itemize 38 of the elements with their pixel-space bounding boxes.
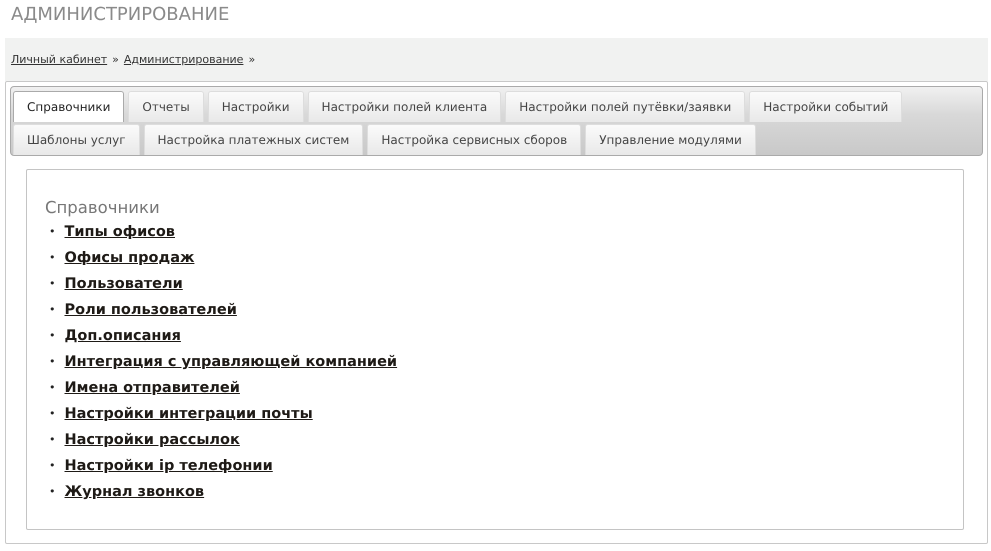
tab[interactable]: Отчеты xyxy=(128,91,204,122)
bullet: • xyxy=(49,432,56,448)
bullet: • xyxy=(49,406,56,422)
bullet: • xyxy=(49,380,56,396)
section-title: Справочники xyxy=(45,198,161,217)
tab[interactable]: Настройки событий xyxy=(749,91,902,122)
bullet: • xyxy=(49,276,56,292)
directory-link[interactable]: Интеграция с управляющей компанией xyxy=(64,349,398,375)
tab[interactable]: Настройки полей путёвки/заявки xyxy=(505,91,746,122)
directory-link[interactable]: Типы офисов xyxy=(64,219,175,245)
tab[interactable]: Управление модулями xyxy=(585,124,756,155)
directory-link[interactable]: Настройки рассылок xyxy=(64,427,240,453)
page-title: АДМИНИСТРИРОВАНИЕ xyxy=(10,3,230,27)
tab[interactable]: Настройки xyxy=(208,91,304,122)
directory-link[interactable]: Роли пользователей xyxy=(64,297,237,323)
bullet: • xyxy=(49,328,56,344)
tab[interactable]: Справочники xyxy=(13,91,124,122)
directory-link[interactable]: Пользователи xyxy=(64,271,183,297)
directory-link[interactable]: Настройки ip телефонии xyxy=(64,453,273,479)
directory-link[interactable]: Имена отправителей xyxy=(64,375,240,401)
breadcrumb-separator: » xyxy=(248,53,256,66)
bullet: • xyxy=(49,484,56,500)
tab[interactable]: Настройка платежных систем xyxy=(144,124,364,155)
bullet: • xyxy=(49,224,56,240)
bullet: • xyxy=(49,250,56,266)
bullet: • xyxy=(49,302,56,318)
directory-link[interactable]: Офисы продаж xyxy=(64,245,194,271)
directory-link[interactable]: Доп.описания xyxy=(64,323,181,349)
breadcrumb-link[interactable]: Администрирование xyxy=(124,53,244,66)
tab[interactable]: Настройки полей клиента xyxy=(308,91,502,122)
bullet: • xyxy=(49,458,56,474)
tab[interactable]: Настройка сервисных сборов xyxy=(367,124,582,155)
bullet: • xyxy=(49,354,56,370)
breadcrumb-separator: » xyxy=(112,53,119,66)
directory-link[interactable]: Настройки интеграции почты xyxy=(64,401,313,427)
tab[interactable]: Шаблоны услуг xyxy=(13,124,140,155)
directory-link[interactable]: Журнал звонков xyxy=(64,479,204,505)
breadcrumb-link[interactable]: Личный кабинет xyxy=(11,53,108,66)
